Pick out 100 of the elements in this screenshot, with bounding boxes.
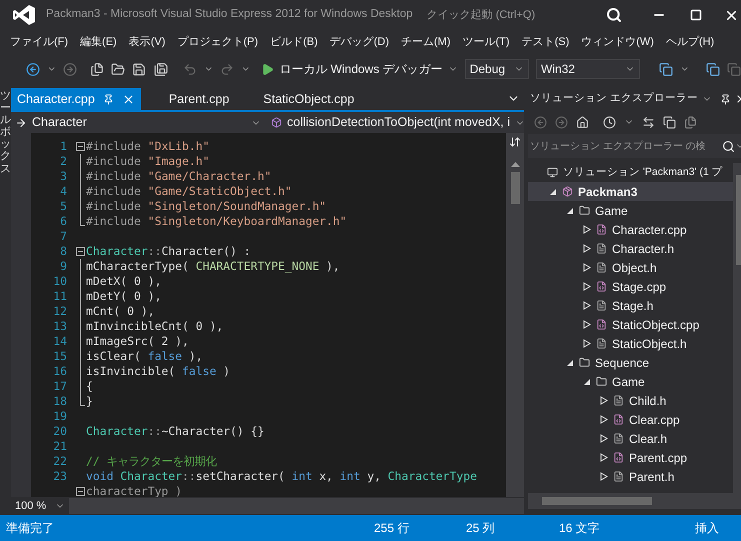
char-indicator: 16 文字 <box>559 520 601 537</box>
collapsed-triangle-icon[interactable] <box>583 301 591 310</box>
header-file-icon <box>596 262 607 273</box>
collapsed-triangle-icon[interactable] <box>583 282 591 291</box>
tree-item[interactable]: Parent.cpp <box>528 448 733 467</box>
menu-item[interactable]: ファイル(F) <box>10 34 68 50</box>
start-debugging-button[interactable]: ローカル Windows デバッガー <box>261 60 458 78</box>
menu-item[interactable]: プロジェクト(P) <box>177 34 258 50</box>
member-dropdown[interactable]: collisionDetectionToObject(int movedX, i <box>267 113 524 132</box>
folder-icon <box>596 376 607 387</box>
tree-item[interactable]: StaticObject.cpp <box>528 315 733 334</box>
menu-item[interactable]: 編集(E) <box>80 34 117 50</box>
maximize-icon[interactable] <box>690 9 702 21</box>
toolbox-tab[interactable]: ツールボックス <box>0 90 11 175</box>
tree-item[interactable]: Object.h <box>528 258 733 277</box>
save-icon[interactable] <box>132 62 147 76</box>
menu-item[interactable]: ツール(T) <box>462 34 510 50</box>
sync-icon[interactable] <box>642 116 655 128</box>
collapse-icon[interactable] <box>76 142 85 151</box>
tree-item-label: Game <box>595 202 628 220</box>
forward-icon[interactable] <box>63 62 78 76</box>
code-line: Character::Character() : <box>86 244 251 259</box>
zoom-dropdown[interactable]: 100 % <box>11 498 69 514</box>
undo-icon[interactable] <box>182 62 197 76</box>
horizontal-scrollbar[interactable] <box>528 493 741 509</box>
collapsed-triangle-icon[interactable] <box>583 244 591 253</box>
horizontal-scrollbar[interactable] <box>69 498 524 514</box>
tree-item-label: Clear.h <box>629 430 668 448</box>
code-line: // キャラクターを初期化 <box>86 454 217 469</box>
scrollbar-thumb[interactable] <box>542 497 652 505</box>
tree-item[interactable]: Game <box>528 372 733 391</box>
tree-item[interactable]: StaticObject.h <box>528 334 733 353</box>
tree-item[interactable]: Clear.h <box>528 429 733 448</box>
search-field[interactable]: ソリューション エクスプローラー の検 <box>528 134 741 158</box>
vertical-scrollbar[interactable] <box>506 133 524 497</box>
tree-item-label: Stage.h <box>612 298 654 314</box>
tree-item[interactable]: Packman3 <box>528 182 733 201</box>
forward-icon[interactable] <box>555 116 568 128</box>
toolbar-icon[interactable] <box>706 62 720 76</box>
editor-tab[interactable]: Parent.cpp <box>162 88 236 110</box>
collapse-icon[interactable] <box>76 487 85 496</box>
scroll-up-icon[interactable] <box>510 162 520 167</box>
collapsed-triangle-icon[interactable] <box>583 320 591 329</box>
toolbar-icon[interactable] <box>658 62 673 76</box>
collapsed-triangle-icon[interactable] <box>600 453 608 462</box>
scrollbar-thumb[interactable] <box>510 172 520 204</box>
editor-tab[interactable]: StaticObject.cpp <box>257 88 360 110</box>
tree-item[interactable]: Clear.cpp <box>528 410 733 429</box>
expanded-triangle-icon[interactable] <box>549 188 557 196</box>
menu-item[interactable]: チーム(M) <box>401 34 451 50</box>
redo-icon[interactable] <box>220 62 234 76</box>
new-project-icon[interactable] <box>90 62 104 76</box>
collapse-icon[interactable] <box>76 247 85 256</box>
home-icon[interactable] <box>576 116 589 128</box>
code-line: mDetX( 0 ), <box>86 274 162 289</box>
collapsed-triangle-icon[interactable] <box>583 263 591 272</box>
tree-item-label: Clear.cpp <box>629 412 680 428</box>
pending-changes-icon[interactable] <box>603 116 616 128</box>
split-icon[interactable] <box>509 136 521 148</box>
quick-launch-field[interactable]: クイック起動 (Ctrl+Q) <box>422 4 598 26</box>
collapsed-triangle-icon[interactable] <box>583 339 591 348</box>
expanded-triangle-icon[interactable] <box>566 358 574 366</box>
line-number: 7 <box>59 229 67 244</box>
open-folder-icon[interactable] <box>111 62 126 76</box>
pin-icon[interactable] <box>720 94 731 104</box>
menu-item[interactable]: テスト(S) <box>522 34 570 50</box>
tree-item[interactable]: Child.h <box>528 391 733 410</box>
tree-item-label: Sequence <box>595 354 650 372</box>
menu-item[interactable]: 表示(V) <box>128 34 166 50</box>
collapsed-triangle-icon[interactable] <box>600 415 608 424</box>
tree-item[interactable]: Character.h <box>528 239 733 258</box>
tree-item[interactable]: ソリューション 'Packman3' (1 プ <box>528 163 733 182</box>
expanded-triangle-icon[interactable] <box>583 378 591 386</box>
back-icon[interactable] <box>26 62 40 76</box>
back-icon[interactable] <box>534 116 547 128</box>
tree-item[interactable]: Sequence <box>528 353 733 372</box>
menu-item[interactable]: デバッグ(D) <box>330 34 390 50</box>
tree-item[interactable]: Parent.h <box>528 467 733 486</box>
tree-item[interactable]: Character.cpp <box>528 220 733 239</box>
menu-item[interactable]: ウィンドウ(W) <box>581 34 654 50</box>
expanded-triangle-icon[interactable] <box>566 206 574 214</box>
tree-item[interactable]: Game <box>528 201 733 220</box>
menu-item[interactable]: ビルド(B) <box>270 34 318 50</box>
properties-icon[interactable] <box>684 116 697 128</box>
tree-item[interactable]: Stage.h <box>528 296 733 315</box>
scope-dropdown[interactable]: Character <box>11 113 265 132</box>
collapsed-triangle-icon[interactable] <box>600 434 608 443</box>
tree-item[interactable]: Stage.cpp <box>528 277 733 296</box>
toolbar-icon[interactable] <box>726 62 741 76</box>
configuration-dropdown[interactable]: Debug <box>464 59 529 79</box>
search-icon[interactable] <box>606 7 622 23</box>
menu-item[interactable]: ヘルプ(H) <box>666 34 714 50</box>
collapse-all-icon[interactable] <box>663 116 676 128</box>
collapsed-triangle-icon[interactable] <box>583 225 591 234</box>
save-all-icon[interactable] <box>154 62 168 76</box>
collapsed-triangle-icon[interactable] <box>600 472 608 481</box>
search-icon[interactable] <box>722 140 735 152</box>
platform-dropdown[interactable]: Win32 <box>536 59 640 79</box>
panel-title: ソリューション エクスプローラー <box>530 91 698 106</box>
collapsed-triangle-icon[interactable] <box>600 396 608 405</box>
